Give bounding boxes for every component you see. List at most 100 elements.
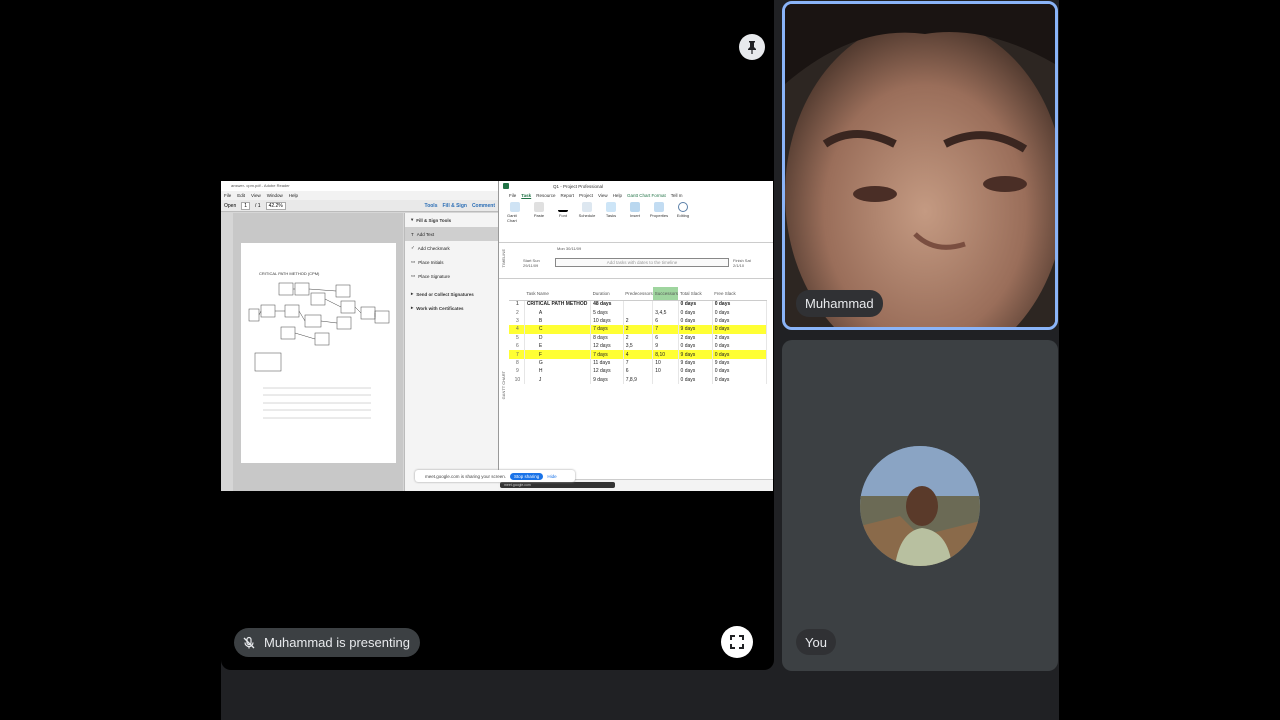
stop-sharing-button[interactable]: Stop sharing (510, 472, 544, 480)
cell-dur[interactable]: 7 days (590, 350, 624, 359)
tab-file[interactable]: File (509, 193, 516, 198)
timeline-bar[interactable]: Add tasks with dates to the timeline (555, 258, 729, 267)
cell-name[interactable]: CRITICAL PATH METHOD (524, 300, 592, 309)
hide-button[interactable]: Hide (547, 474, 556, 479)
tab-gantt-format[interactable]: Gantt Chart Format (627, 193, 666, 198)
table-row[interactable]: 5D8 days 2 6 2 days 2 days (509, 333, 768, 342)
cell-name[interactable]: J (524, 375, 592, 384)
cell-dur[interactable]: 12 days (590, 341, 624, 351)
cell-id[interactable]: 4 (509, 325, 525, 334)
cell-name[interactable]: F (524, 350, 592, 359)
cell-dur[interactable]: 9 days (590, 375, 624, 384)
table-row[interactable]: 8 G 11 days 7 10 9 days 9 days (509, 358, 768, 368)
tab-view[interactable]: View (598, 193, 608, 198)
tab-project[interactable]: Project (579, 193, 593, 198)
cell-dur[interactable]: 7 days (590, 325, 624, 334)
cell-total[interactable]: 9 days (678, 350, 713, 359)
cell-succ[interactable]: 10 (652, 367, 679, 376)
menu-help[interactable]: Help (289, 193, 298, 198)
cell-dur[interactable]: 10 days (590, 316, 624, 326)
cell-free[interactable]: 2 days (712, 333, 768, 342)
cell-total[interactable]: 0 days (678, 300, 713, 309)
tab-report[interactable]: Report (560, 193, 574, 198)
table-row[interactable]: 7F7 days 4 8,10 9 days 0 days (509, 350, 768, 359)
cell-dur[interactable]: 8 days (590, 333, 624, 342)
cell-succ[interactable]: 3,4,5 (652, 308, 679, 317)
cell-free[interactable]: 9 days (712, 358, 768, 368)
col-id[interactable] (509, 287, 525, 301)
cell-total[interactable]: 0 days (678, 316, 713, 326)
cell-free[interactable]: 0 days (712, 375, 768, 384)
cell-name[interactable]: C (524, 325, 592, 334)
cell-pred[interactable] (623, 308, 654, 317)
tab-comment[interactable]: Comment (472, 203, 498, 209)
cell-succ[interactable]: 8,10 (652, 350, 679, 359)
cell-name[interactable]: B (524, 316, 592, 326)
cell-total[interactable]: 0 days (678, 341, 713, 351)
cell-total[interactable]: 2 days (678, 333, 713, 342)
cell-succ[interactable] (652, 300, 679, 309)
certificates-section[interactable]: ▸ Work with Certificates (405, 301, 498, 315)
gantt-chart-button[interactable]: Gantt Chart (507, 202, 523, 239)
place-signature-button[interactable]: ▭ Place Signature (405, 269, 498, 283)
font-button[interactable]: Font (555, 202, 571, 239)
cell-free[interactable]: 0 days (712, 300, 768, 309)
cell-free[interactable]: 0 days (712, 367, 768, 376)
self-tile[interactable] (782, 340, 1058, 671)
cell-pred[interactable]: 2 (623, 333, 654, 342)
table-row[interactable]: 3 B 10 days 2 6 0 days 0 days (509, 316, 768, 326)
table-row[interactable]: 6 E 12 days 3,5 9 0 days 0 days (509, 341, 768, 351)
editing-button[interactable]: Editing (675, 202, 691, 239)
cell-dur[interactable]: 5 days (590, 308, 624, 317)
cell-pred[interactable] (623, 300, 654, 309)
cell-name[interactable]: D (524, 333, 592, 342)
cell-free[interactable]: 0 days (712, 308, 768, 317)
fullscreen-button[interactable] (721, 626, 753, 658)
cell-id[interactable]: 5 (509, 333, 525, 342)
cell-dur[interactable]: 11 days (590, 358, 624, 368)
send-collect-section[interactable]: ▸ Send or Collect Signatures (405, 287, 498, 301)
schedule-button[interactable]: Schedule (579, 202, 595, 239)
tab-tools[interactable]: Tools (425, 203, 438, 209)
cell-id[interactable]: 8 (509, 358, 525, 368)
insert-button[interactable]: Insert (627, 202, 643, 239)
table-row[interactable]: 9 H 12 days 6 10 0 days 0 days (509, 367, 768, 376)
place-initials-button[interactable]: ▭ Place Initials (405, 255, 498, 269)
col-duration[interactable]: Duration (590, 287, 624, 301)
paste-button[interactable]: Paste (531, 202, 547, 239)
cell-total[interactable]: 9 days (678, 325, 713, 334)
participant-video-tile[interactable] (782, 1, 1058, 330)
table-row[interactable]: 10 J 9 days 7,8,9 0 days 0 days (509, 375, 768, 384)
cell-id[interactable]: 3 (509, 316, 525, 326)
cell-free[interactable]: 0 days (712, 316, 768, 326)
tell-me-input[interactable]: Tell m (671, 193, 683, 198)
menu-view[interactable]: View (251, 193, 261, 198)
cell-id[interactable]: 6 (509, 341, 525, 351)
cell-dur[interactable]: 12 days (590, 367, 624, 376)
zoom-input[interactable]: 42.2% (265, 201, 286, 210)
tasks-button[interactable]: Tasks (603, 202, 619, 239)
menu-edit[interactable]: Edit (237, 193, 245, 198)
cell-succ[interactable]: 6 (652, 316, 679, 326)
cell-pred[interactable]: 3,5 (623, 341, 654, 351)
cell-free[interactable]: 0 days (712, 325, 768, 334)
table-row[interactable]: 2A5 days 3,4,5 0 days 0 days (509, 308, 768, 317)
cell-pred[interactable]: 2 (623, 325, 654, 334)
menu-window[interactable]: Window (267, 193, 283, 198)
cell-pred[interactable]: 7 (623, 358, 654, 368)
col-free-slack[interactable]: Free Slack (712, 287, 767, 301)
add-text-button[interactable]: T Add Text (405, 227, 498, 241)
page-number-input[interactable]: 1 (241, 201, 251, 210)
cell-free[interactable]: 0 days (712, 350, 768, 359)
col-task-name[interactable]: Task Name (524, 287, 591, 301)
cell-id[interactable]: 2 (509, 308, 525, 317)
cell-dur[interactable]: 48 days (590, 300, 624, 309)
cell-name[interactable]: H (524, 367, 592, 376)
col-total-slack[interactable]: Total Slack (678, 287, 713, 301)
cell-total[interactable]: 0 days (678, 367, 713, 376)
cell-name[interactable]: E (524, 341, 592, 351)
col-predecessors[interactable]: Predecessors (623, 287, 653, 301)
cell-succ[interactable]: 10 (652, 358, 679, 368)
cell-pred[interactable]: 7,8,9 (623, 375, 654, 384)
add-checkmark-button[interactable]: ✓ Add Checkmark (405, 241, 498, 255)
